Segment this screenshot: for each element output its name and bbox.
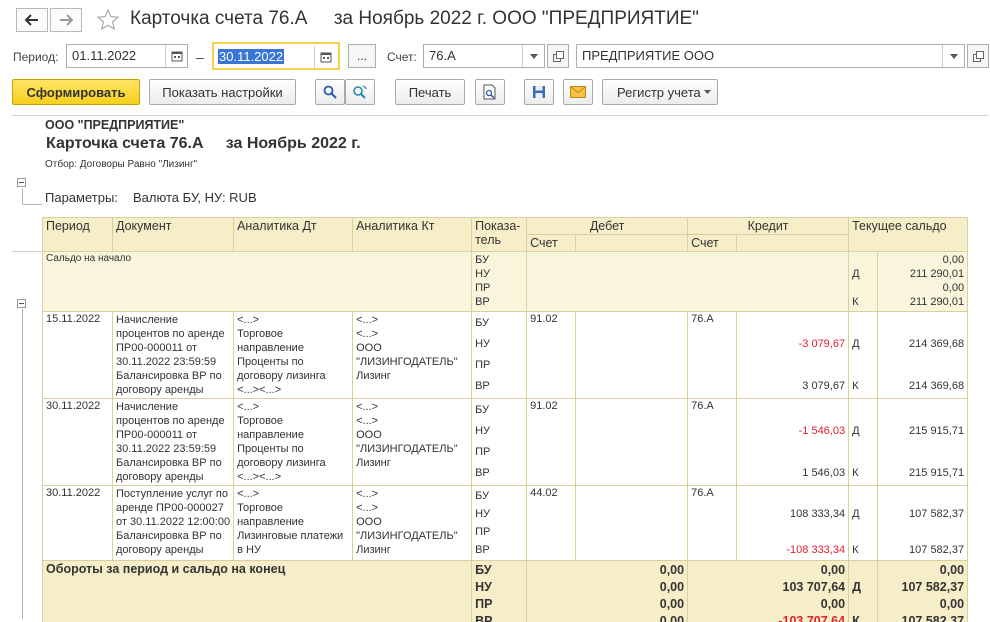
open-account-button[interactable] xyxy=(547,44,569,68)
date-from-value: 01.11.2022 xyxy=(72,48,137,63)
send-email-button[interactable] xyxy=(563,79,593,105)
generate-button[interactable]: Сформировать xyxy=(12,79,140,105)
credit-account: 76.А xyxy=(687,398,738,486)
totals-row: Обороты за период и сальдо на конец БУ НУ… xyxy=(41,560,969,622)
open-organization-button[interactable] xyxy=(967,44,989,68)
search-icon xyxy=(323,85,337,99)
chevron-down-icon xyxy=(704,90,711,94)
debit-account: 44.02 xyxy=(526,485,577,561)
collapse-group-icon[interactable] xyxy=(17,299,26,308)
report-area: ООО "ПРЕДПРИЯТИЕ" Карточка счета 76.А за… xyxy=(12,115,988,622)
group-line xyxy=(22,204,42,205)
show-settings-button[interactable]: Показать настройки xyxy=(149,79,296,105)
preview-button[interactable] xyxy=(475,79,505,105)
account-value: 76.А xyxy=(429,48,456,63)
row-date: 30.11.2022 xyxy=(42,485,113,561)
table-row[interactable]: 15.11.2022 Начисление процентов по аренде… xyxy=(42,311,969,399)
group-line xyxy=(22,188,23,204)
search-button[interactable] xyxy=(315,79,345,105)
report-filter: Отбор: Договоры Равно "Лизинг" xyxy=(45,159,198,170)
account-label: Счет: xyxy=(387,50,417,64)
account-field[interactable]: 76.А xyxy=(423,44,545,68)
calendar-icon[interactable] xyxy=(314,46,336,68)
col-indicator: Показа-тель xyxy=(471,217,528,252)
col-analytics-dt: Аналитика Дт xyxy=(233,217,354,252)
register-label: Регистр учета xyxy=(617,84,701,100)
favorite-star-icon[interactable] xyxy=(96,8,120,35)
envelope-icon xyxy=(570,86,586,98)
date-from-field[interactable]: 01.11.2022 xyxy=(66,44,188,68)
date-to-value: 30.11.2022 xyxy=(218,49,285,64)
dropdown-arrow-icon[interactable] xyxy=(942,45,964,67)
title-bar: Карточка счета 76.А за Ноябрь 2022 г. ОО… xyxy=(0,0,990,40)
arrow-left-icon xyxy=(25,14,38,26)
credit-account: 76.А xyxy=(687,485,738,561)
totals-label: Обороты за период и сальдо на конец xyxy=(41,560,473,622)
col-credit: Кредит xyxy=(687,217,850,235)
col-period: Период xyxy=(42,217,113,252)
search-refresh-button[interactable] xyxy=(345,79,375,105)
organization-value: ПРЕДПРИЯТИЕ ООО xyxy=(582,48,715,63)
report-table: Период Документ Аналитика Дт Аналитика К… xyxy=(41,217,969,622)
debit-account: 91.02 xyxy=(526,398,577,486)
dropdown-arrow-icon[interactable] xyxy=(522,45,544,67)
back-button[interactable] xyxy=(16,8,48,32)
col-credit-account: Счет xyxy=(687,234,738,252)
open-window-icon xyxy=(552,50,564,62)
date-range-dash: – xyxy=(196,49,204,65)
open-window-icon xyxy=(972,50,984,62)
organization-field[interactable]: ПРЕДПРИЯТИЕ ООО xyxy=(576,44,965,68)
search-refresh-icon xyxy=(353,85,367,99)
calendar-icon[interactable] xyxy=(165,45,187,67)
col-analytics-kt: Аналитика Кт xyxy=(352,217,473,252)
params-label: Параметры: xyxy=(45,190,118,205)
table-header: Период Документ Аналитика Дт Аналитика К… xyxy=(42,217,969,252)
window-title: Карточка счета 76.А за Ноябрь 2022 г. ОО… xyxy=(130,8,699,29)
col-balance: Текущее сальдо xyxy=(848,217,969,252)
date-to-field[interactable]: 30.11.2022 xyxy=(212,42,340,70)
col-document: Документ xyxy=(111,217,235,252)
forward-button[interactable] xyxy=(50,8,82,32)
row-date: 30.11.2022 xyxy=(42,398,113,486)
credit-account: 76.А xyxy=(687,311,738,399)
table-row[interactable]: 30.11.2022 Начисление процентов по аренде… xyxy=(42,398,969,486)
opening-balance-row: Сальдо на начало БУ НУ ПР ВР ДК 0,00 211 290… xyxy=(41,251,969,312)
debit-account: 91.02 xyxy=(526,311,577,399)
report-org: ООО "ПРЕДПРИЯТИЕ" xyxy=(45,118,185,132)
report-title: Карточка счета 76.А за Ноябрь 2022 г. xyxy=(46,135,361,152)
period-select-button[interactable]: ... xyxy=(348,44,376,68)
col-debit: Дебет xyxy=(526,217,689,235)
row-date: 15.11.2022 xyxy=(42,311,113,399)
print-button[interactable]: Печать xyxy=(395,79,465,105)
col-debit-account: Счет xyxy=(526,234,577,252)
group-line xyxy=(22,309,23,619)
table-row[interactable]: 30.11.2022 Поступление услуг по аренде ПР… xyxy=(42,485,969,561)
print-preview-icon xyxy=(483,84,496,100)
collapse-header-icon[interactable] xyxy=(17,178,26,187)
opening-label: Сальдо на начало xyxy=(41,251,473,312)
period-label: Период: xyxy=(13,50,59,64)
params-value: Валюта БУ, НУ: RUB xyxy=(133,190,257,205)
divider xyxy=(12,251,42,252)
save-icon xyxy=(533,86,545,98)
register-dropdown[interactable]: Регистр учета xyxy=(602,79,718,105)
arrow-right-icon xyxy=(60,14,73,26)
save-button[interactable] xyxy=(524,79,554,105)
